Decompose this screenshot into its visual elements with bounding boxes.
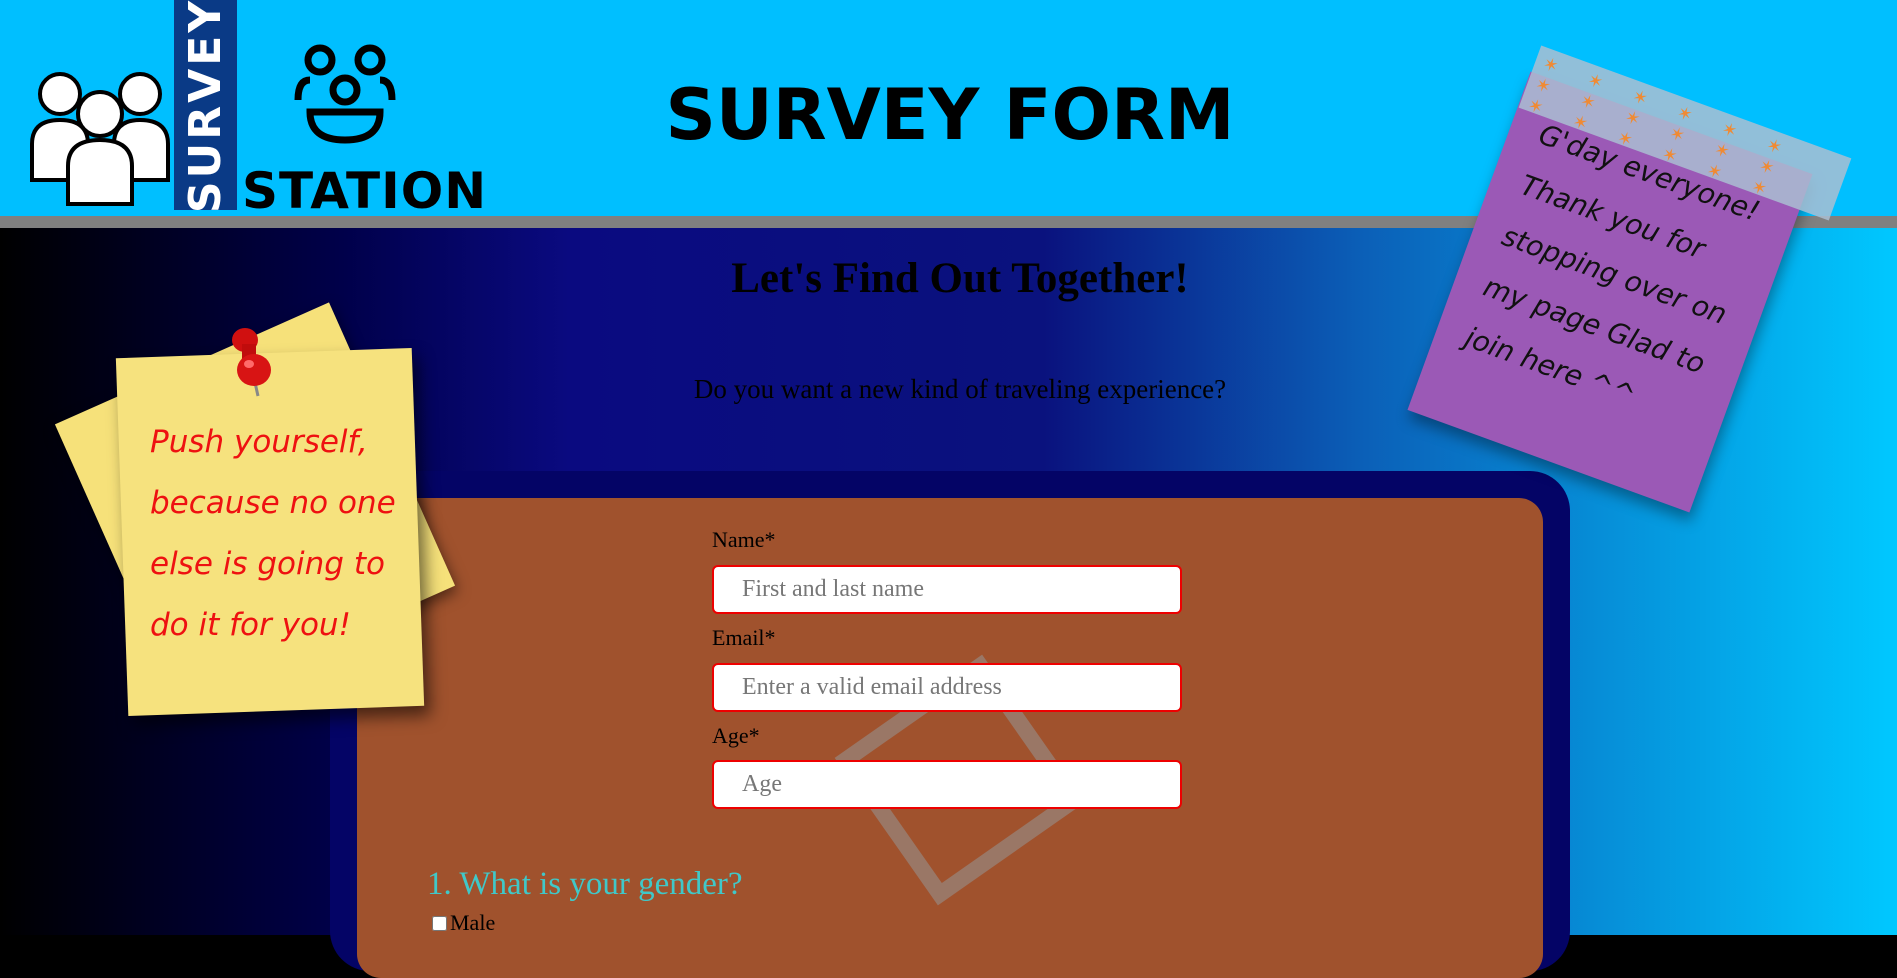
section-heading: Let's Find Out Together! (731, 255, 1189, 302)
logo-survey-label: SURVEY (180, 0, 231, 213)
users-circle-icon (294, 44, 396, 144)
logo-survey-label-wrap: SURVEY (174, 0, 237, 213)
male-label: Male (450, 910, 496, 935)
question-gender: 1. What is your gender? (427, 866, 743, 902)
page-title: SURVEY FORM (665, 74, 1235, 156)
section-subheading: Do you want a new kind of traveling expe… (693, 374, 1227, 404)
people-group-icon (30, 72, 170, 206)
pushpin-icon (232, 328, 271, 397)
name-input[interactable] (712, 565, 1182, 614)
age-input[interactable] (712, 760, 1182, 809)
sticky-note-left-text: Push yourself, because no one else is go… (150, 424, 396, 643)
name-label: Name* (712, 527, 776, 552)
male-checkbox[interactable] (432, 915, 447, 931)
age-label: Age* (712, 723, 760, 748)
logo-station-label: STATION (242, 162, 488, 220)
email-label: Email* (712, 625, 776, 650)
email-input[interactable] (712, 663, 1182, 712)
option-male-row[interactable]: Male (432, 910, 495, 936)
